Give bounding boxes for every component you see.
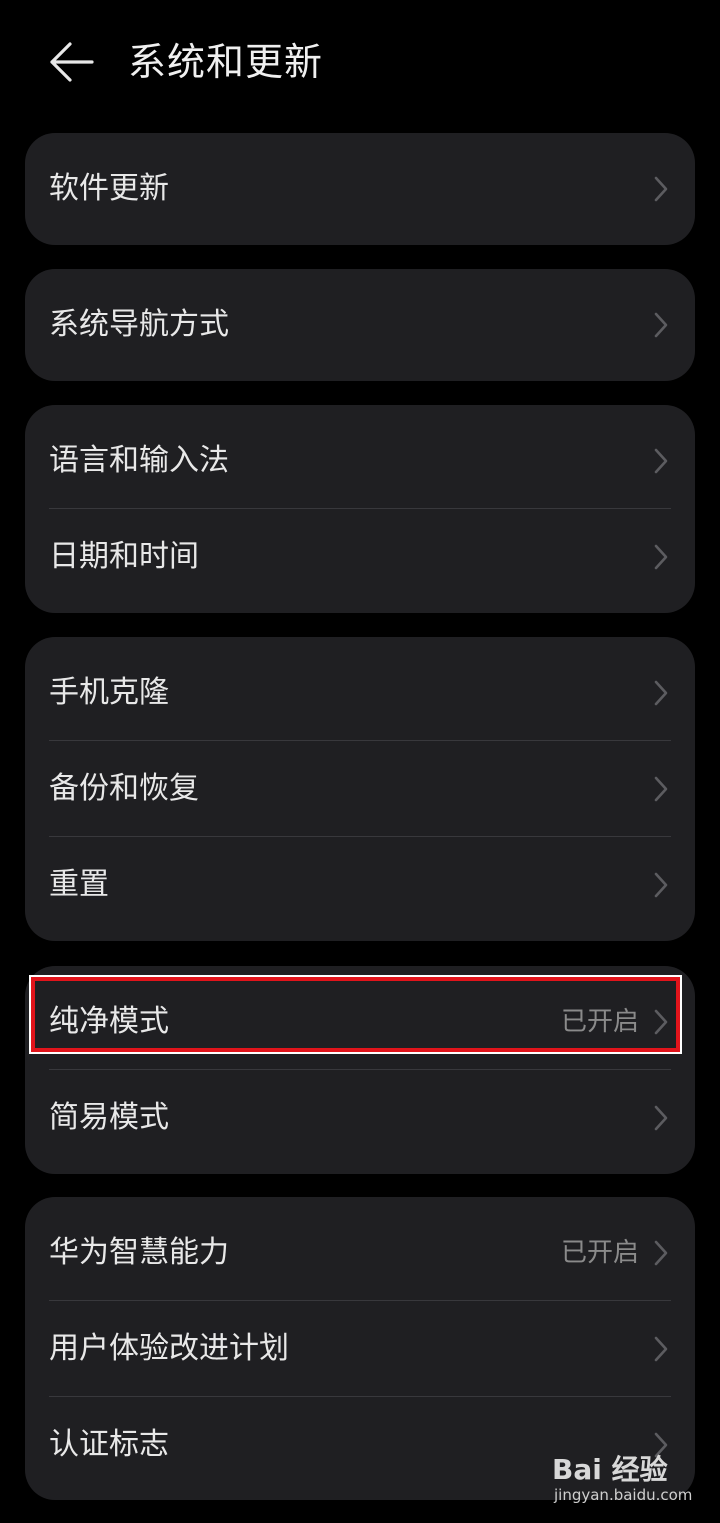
chevron-right-icon: [654, 448, 668, 474]
list-item-label: 重置: [49, 867, 109, 902]
app-header: 系统和更新: [0, 0, 720, 125]
chevron-right-icon: [654, 544, 668, 570]
list-item-label: 日期和时间: [49, 539, 199, 574]
settings-group-update: 软件更新: [25, 133, 695, 245]
list-item-reset[interactable]: 重置: [25, 837, 695, 933]
watermark-logo: Bai 经验: [552, 1453, 668, 1486]
list-item-label: 手机克隆: [49, 675, 169, 710]
list-item-label: 用户体验改进计划: [49, 1331, 289, 1366]
chevron-right-icon: [654, 1336, 668, 1362]
arrow-left-icon[interactable]: [48, 40, 94, 84]
list-item-system-navigation[interactable]: 系统导航方式: [25, 269, 695, 381]
list-item-huawei-ai[interactable]: 华为智慧能力 已开启: [25, 1205, 695, 1301]
list-item-date-time[interactable]: 日期和时间: [25, 509, 695, 605]
list-item-label: 认证标志: [49, 1427, 169, 1462]
chevron-right-icon: [654, 176, 668, 202]
status-value: 已开启: [560, 1238, 639, 1268]
list-item-simple-mode[interactable]: 简易模式: [25, 1070, 695, 1166]
list-item-label: 系统导航方式: [49, 307, 229, 342]
list-item-backup-restore[interactable]: 备份和恢复: [25, 741, 695, 837]
list-item-label: 语言和输入法: [49, 443, 229, 478]
list-item-label: 软件更新: [49, 171, 169, 206]
chevron-right-icon: [654, 1240, 668, 1266]
list-item-label: 备份和恢复: [49, 771, 199, 806]
settings-group-language-time: 语言和输入法 日期和时间: [25, 405, 695, 613]
list-item-phone-clone[interactable]: 手机克隆: [25, 645, 695, 741]
list-item-label: 简易模式: [49, 1100, 169, 1135]
chevron-right-icon: [654, 312, 668, 338]
list-item-label: 华为智慧能力: [49, 1235, 229, 1270]
chevron-right-icon: [654, 1105, 668, 1131]
settings-group-backup: 手机克隆 备份和恢复 重置: [25, 637, 695, 941]
chevron-right-icon: [654, 680, 668, 706]
list-item-ux-improvement[interactable]: 用户体验改进计划: [25, 1301, 695, 1397]
page-title: 系统和更新: [128, 40, 324, 84]
chevron-right-icon: [654, 872, 668, 898]
watermark: Bai 经验 jingyan.baidu.com: [552, 1448, 692, 1508]
watermark-url: jingyan.baidu.com: [554, 1486, 693, 1504]
settings-group-navigation: 系统导航方式: [25, 269, 695, 381]
list-item-software-update[interactable]: 软件更新: [25, 133, 695, 245]
chevron-right-icon: [654, 776, 668, 802]
list-item-language-input[interactable]: 语言和输入法: [25, 413, 695, 509]
highlight-box: [29, 975, 682, 1054]
